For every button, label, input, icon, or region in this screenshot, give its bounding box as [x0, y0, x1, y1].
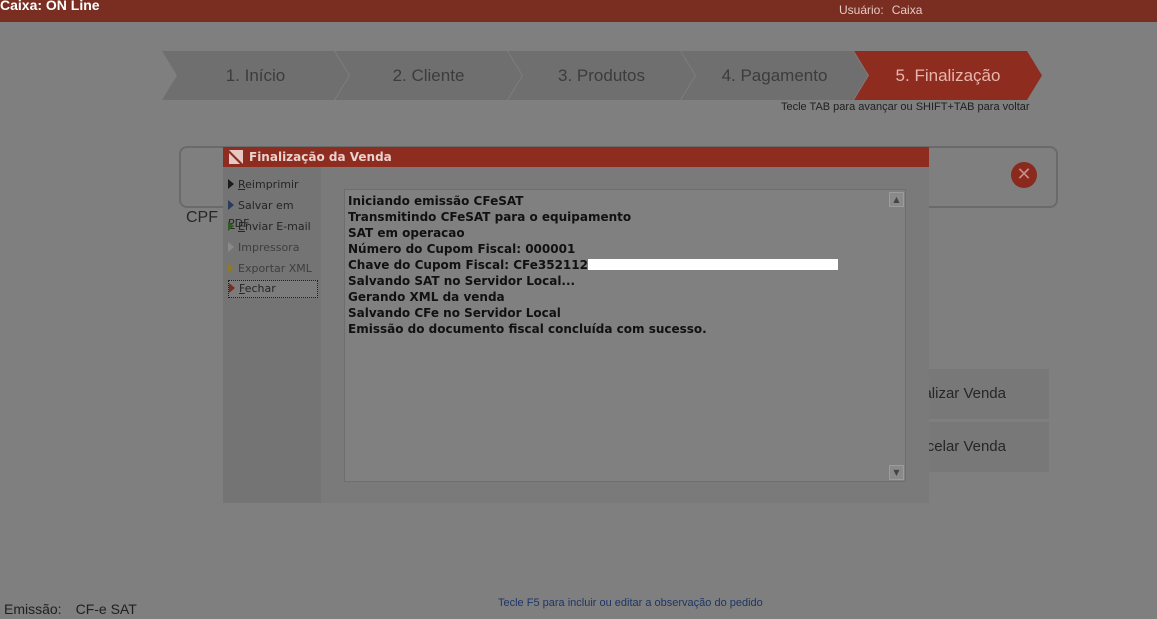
reprint-icon — [228, 179, 234, 189]
step-cliente[interactable]: 2. Cliente — [335, 51, 522, 100]
pdf-icon — [228, 200, 234, 210]
redaction-bar — [587, 259, 838, 270]
close-icon[interactable]: ✕ — [1011, 162, 1037, 188]
mnemonic: E — [238, 220, 245, 233]
top-bar: Caixa: ON Line Usuário: Caixa — [0, 0, 1157, 22]
menu-item-label: echar — [244, 282, 276, 295]
log-line: Salvando SAT no Servidor Local... — [348, 274, 576, 288]
menu-item-salvar-pdf[interactable]: Salvar em PDF — [228, 197, 318, 230]
cancel-sale-label: ncelar Venda — [918, 438, 1006, 455]
emission-label: Emissão: — [4, 601, 62, 617]
step-produtos[interactable]: 3. Produtos — [508, 51, 695, 100]
close-icon — [229, 283, 235, 293]
dialog-title-bar: Finalização da Venda — [223, 147, 929, 167]
log-line: Chave do Cupom Fiscal: CFe352112 — [348, 258, 588, 272]
navigation-hint: Tecle TAB para avançar ou SHIFT+TAB para… — [781, 101, 1030, 113]
log-line: Gerando XML da venda — [348, 290, 505, 304]
step-pagamento[interactable]: 4. Pagamento — [681, 51, 868, 100]
step-label: 5. Finalização — [895, 66, 1001, 85]
emission-value: CF-e SAT — [75, 601, 137, 617]
log-line: Transmitindo CFeSAT para o equipamento — [348, 210, 632, 224]
log-line-key: Chave do Cupom Fiscal: CFe352112 — [348, 257, 838, 273]
xml-icon — [228, 263, 234, 273]
step-label: 1. Início — [225, 66, 286, 85]
step-inicio[interactable]: 1. Início — [162, 51, 349, 100]
printer-icon — [228, 242, 234, 252]
finalization-dialog: Finalização da Venda Reimprimir Salvar e… — [223, 147, 929, 503]
log-line: Iniciando emissão CFeSAT — [348, 194, 524, 208]
log-scrollbar[interactable]: ▲ ▼ — [887, 190, 905, 481]
app-title: Caixa: ON Line — [0, 0, 100, 13]
scroll-down-icon[interactable]: ▼ — [889, 465, 904, 480]
user-info: Usuário: Caixa — [839, 3, 922, 17]
menu-item-impressora[interactable]: Impressora — [228, 239, 318, 257]
emission-log[interactable]: Iniciando emissão CFeSAT Transmitindo CF… — [344, 189, 906, 482]
observation-hint: Tecle F5 para incluir ou editar a observ… — [498, 597, 763, 609]
log-line: SAT em operacao — [348, 226, 465, 240]
log-lines: Iniciando emissão CFeSAT Transmitindo CF… — [348, 193, 838, 337]
scroll-up-icon[interactable]: ▲ — [889, 192, 904, 207]
menu-item-label: Salvar em — [238, 199, 294, 212]
email-icon — [228, 221, 234, 231]
step-label: 4. Pagamento — [721, 66, 828, 85]
menu-item-enviar-email[interactable]: Enviar E-mail — [228, 218, 318, 236]
menu-item-exportar-xml[interactable]: Exportar XML — [228, 260, 318, 278]
action-menu: Reimprimir Salvar em PDF Enviar E-mail I… — [223, 167, 321, 503]
emission-info: Emissão: CF-e SAT — [4, 601, 137, 617]
log-line: Emissão do documento fiscal concluída co… — [348, 322, 707, 336]
menu-item-reimprimir[interactable]: Reimprimir — [228, 176, 318, 194]
menu-item-label: nviar E-mail — [244, 220, 311, 233]
user-label: Usuário: — [839, 3, 884, 17]
user-name: Caixa — [891, 3, 923, 17]
menu-item-fechar[interactable]: Fechar — [228, 280, 318, 298]
menu-item-label: Exportar XML — [238, 262, 312, 275]
log-line: Número do Cupom Fiscal: 000001 — [348, 242, 576, 256]
step-label: 2. Cliente — [392, 66, 465, 85]
menu-item-label: eimprimir — [245, 178, 299, 191]
cpf-label: CPF — [186, 209, 218, 226]
dialog-title: Finalização da Venda — [249, 150, 392, 164]
log-line: Salvando CFe no Servidor Local — [348, 306, 561, 320]
menu-item-label: Impressora — [238, 241, 300, 254]
step-label: 3. Produtos — [558, 66, 645, 85]
step-finalizacao[interactable]: 5. Finalização — [854, 51, 1042, 100]
finalize-sale-label: alizar Venda — [923, 385, 1006, 402]
